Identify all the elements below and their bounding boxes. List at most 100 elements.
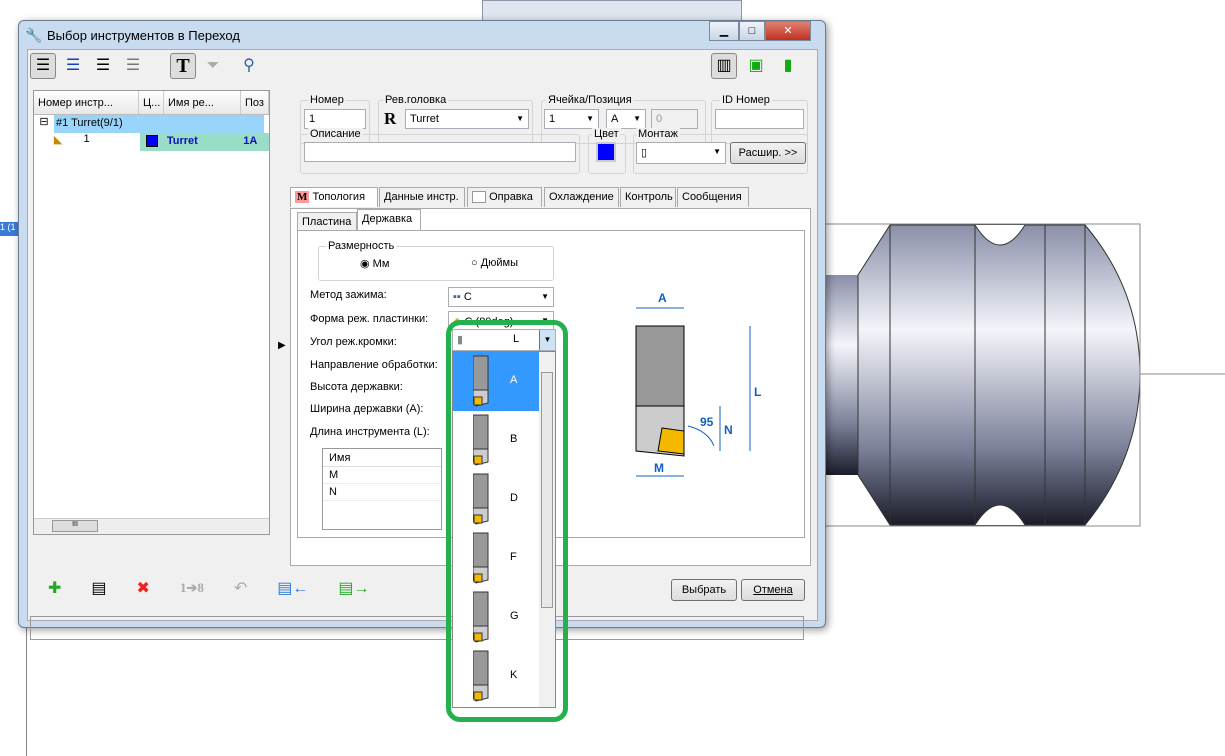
tab-control[interactable]: Контроль — [620, 187, 676, 207]
number-label: Номер — [308, 94, 346, 106]
holder-diagram: A L N M 95 — [635, 291, 761, 477]
turret-r-icon: R — [384, 109, 397, 128]
description-label: Описание — [308, 128, 363, 140]
units-label: Размерность — [326, 240, 397, 252]
list-view-3-icon[interactable]: ☰ — [90, 53, 116, 79]
list-view-2-icon[interactable]: ☰ — [60, 53, 86, 79]
table-row[interactable]: ◣ 1 Turret 1A — [34, 133, 269, 151]
angle-option-F[interactable]: F — [453, 529, 539, 588]
id-label: ID Номер — [720, 94, 772, 106]
export-icon[interactable]: ▤→ — [338, 578, 369, 598]
expand-button[interactable]: Расшир. >> — [730, 142, 806, 164]
radio-inches[interactable]: ○ Дюймы — [471, 257, 518, 269]
tab-tool-data[interactable]: Данные инстр. — [379, 187, 465, 207]
angle-option-B[interactable]: B — [453, 411, 539, 470]
dim-a: A — [658, 291, 667, 305]
turret-select[interactable]: Turret — [405, 109, 529, 129]
tool-number: 1 — [83, 133, 90, 145]
length-label: Длина инструмента (L): — [310, 426, 430, 438]
minimize-button[interactable]: ▁ — [709, 21, 739, 41]
radio-mm[interactable]: ◉ Мм — [360, 257, 389, 270]
holder-shape-icon — [473, 473, 489, 525]
scroll-thumb[interactable]: III — [52, 520, 98, 532]
m-icon: M — [295, 191, 310, 203]
splitter-arrow-icon[interactable]: ▶ — [278, 340, 286, 351]
table-header-name: Имя — [323, 449, 441, 467]
copy-list-icon[interactable]: ▤ — [91, 578, 106, 598]
tab-topology[interactable]: M Топология — [290, 187, 378, 207]
angle-option-A[interactable]: A — [453, 352, 539, 411]
turning-tool-icon: ◣ — [53, 134, 63, 146]
position-select[interactable]: A — [606, 109, 646, 129]
background-window — [482, 0, 742, 22]
cell-select[interactable]: 1 — [544, 109, 599, 129]
add-tool-icon[interactable]: ✚ — [48, 578, 61, 598]
cad-part-view — [820, 223, 1225, 527]
text-toggle-icon[interactable]: T — [170, 53, 196, 79]
undo-icon[interactable]: ↶ — [234, 578, 247, 598]
tool-window-icon[interactable]: ▣ — [743, 53, 769, 79]
holder-shape-icon — [473, 355, 489, 407]
angle-option-G[interactable]: G — [453, 588, 539, 647]
tool-icon[interactable]: ▮ — [775, 53, 801, 79]
vertical-scrollbar[interactable] — [539, 352, 555, 707]
holder-shape-icon — [473, 532, 489, 584]
dim-n: N — [724, 423, 733, 437]
turret-label: Рев.головка — [383, 94, 449, 106]
maximize-button[interactable]: □ — [739, 21, 765, 41]
close-button[interactable]: ✕ — [765, 21, 811, 41]
insert-shape-label: Форма реж. пластинки: — [310, 313, 429, 325]
renumber-icon[interactable]: 1➔8 — [180, 580, 204, 596]
dimensions-table: Имя M N — [322, 448, 442, 530]
color-swatch-button[interactable] — [596, 142, 616, 162]
group-row[interactable]: ⊟ #1 Turret(9/1) — [34, 115, 269, 133]
import-icon[interactable]: ▤← — [277, 578, 308, 598]
description-input[interactable] — [304, 142, 576, 162]
direction-label: Направление обработки: — [310, 359, 438, 371]
subtab-insert[interactable]: Пластина — [297, 212, 357, 231]
table-row[interactable]: M — [323, 467, 441, 484]
select-button[interactable]: Выбрать — [671, 579, 737, 601]
number-input[interactable]: 1 — [304, 109, 366, 129]
column-header-number[interactable]: Номер инстр... — [34, 91, 139, 114]
tool-selection-dialog: 🔧 Выбор инструментов в Переход ▁ □ ✕ ☰ ☰… — [18, 20, 826, 640]
tab-cooling[interactable]: Охлаждение — [544, 187, 619, 207]
tab-messages[interactable]: Сообщения — [677, 187, 749, 207]
id-input[interactable] — [715, 109, 804, 129]
mount-select[interactable]: ▯ — [636, 142, 726, 164]
collapse-icon[interactable]: ⊟ — [34, 115, 54, 133]
clamp-select[interactable]: ▪▪ C — [448, 287, 554, 307]
column-header-name[interactable]: Имя ре... — [164, 91, 241, 114]
tool-name: Turret — [164, 133, 242, 151]
mount-icon: ▯ — [641, 147, 648, 159]
list-view-1-icon[interactable]: ☰ — [30, 53, 56, 79]
left-marker: 1 (1 — [0, 222, 18, 236]
list-view-4-icon[interactable]: ☰ — [120, 53, 146, 79]
filter-clear-icon[interactable]: ⏷ — [200, 53, 226, 79]
mount-label: Монтаж — [636, 128, 680, 140]
table-row[interactable]: N — [323, 484, 441, 501]
cancel-button[interactable]: Отмена — [741, 579, 805, 601]
delete-icon[interactable]: ✖ — [137, 578, 150, 598]
height-label: Высота державки: — [310, 381, 403, 393]
binoculars-icon[interactable]: ⚲ — [236, 53, 262, 79]
app-icon: 🔧 — [25, 27, 43, 43]
tool-color-swatch — [146, 135, 158, 147]
dim-l: L — [754, 385, 761, 399]
column-header-pos[interactable]: Поз — [241, 91, 269, 114]
scroll-thumb[interactable] — [541, 372, 553, 608]
angle-option-D[interactable]: D — [453, 470, 539, 529]
angle-select[interactable]: ▮ L ▼ — [452, 329, 556, 351]
tool-list-view-icon[interactable]: ▥ — [711, 53, 737, 79]
subtab-holder[interactable]: Державка — [357, 209, 421, 231]
width-label: Ширина державки (A): — [310, 403, 424, 415]
holder-shape-icon — [473, 591, 489, 643]
tab-holder[interactable]: Оправка — [467, 187, 542, 207]
angle-option-K[interactable]: K — [453, 647, 539, 706]
window-title: Выбор инструментов в Переход — [47, 28, 240, 43]
horizontal-scrollbar[interactable]: III — [34, 518, 269, 534]
angle-label: Угол реж.кромки: — [310, 336, 397, 348]
holder-shape-icon — [473, 650, 489, 702]
column-header-color[interactable]: Ц... — [139, 91, 164, 114]
dialog-client: ☰ ☰ ☰ ☰ T ⏷ ⚲ ▥ ▣ ▮ Номер инстр... Ц... … — [27, 49, 818, 640]
